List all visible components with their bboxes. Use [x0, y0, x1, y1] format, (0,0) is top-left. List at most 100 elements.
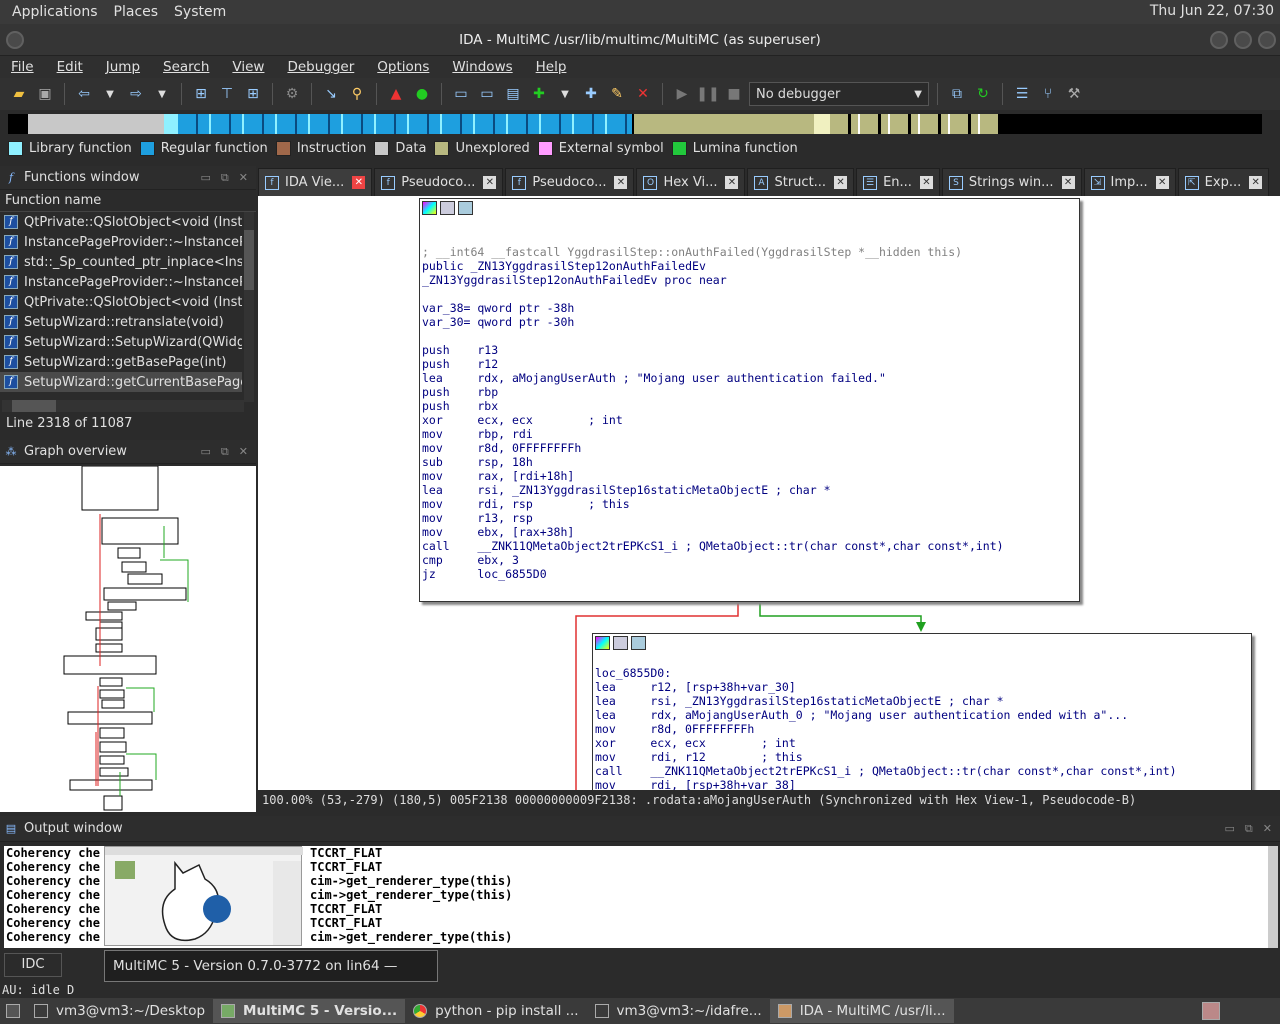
menu-edit[interactable]: Edit [46, 59, 95, 75]
user-avatar[interactable] [1194, 999, 1228, 1023]
code-icon[interactable]: ▭ [450, 83, 472, 105]
play-icon[interactable]: ▶ [671, 83, 693, 105]
binary-view-icon[interactable]: ⊞ [242, 83, 264, 105]
list-item[interactable]: fInstancePageProvider::~InstancePage [0, 232, 242, 252]
run-green-icon[interactable]: ● [411, 83, 433, 105]
back-arrow-icon[interactable]: ⇦ [73, 83, 95, 105]
asm-line[interactable]: mov rax, [rdi+18h] [422, 469, 1079, 483]
asm-line[interactable]: jz loc_6855D0 [422, 567, 1079, 581]
asm-line[interactable]: lea rdx, aMojangUserAuth ; "Mojang user … [422, 371, 1079, 385]
edit-icon[interactable]: ✎ [606, 83, 628, 105]
list-item[interactable]: fQtPrivate::QSlotObject<void (Instance [0, 292, 242, 312]
asm-line[interactable] [422, 231, 1079, 245]
asm-line[interactable]: mov ebx, [rax+38h] [422, 525, 1079, 539]
show-desktop-icon[interactable] [0, 999, 26, 1023]
debugger-select[interactable]: No debugger ▼ [749, 82, 929, 106]
close-tab-icon[interactable]: ✕ [834, 176, 848, 189]
tab-enums[interactable]: ☰ En... ✕ [856, 168, 940, 196]
asm-line[interactable]: sub rsp, 18h [422, 455, 1079, 469]
asm-line[interactable] [422, 329, 1079, 343]
list-item[interactable]: fQtPrivate::QSlotObject<void (Instance [0, 212, 242, 232]
assembly-listing[interactable]: loc_6855D0: lea r12, [rsp+38h+var_30] lea … [593, 652, 1251, 790]
save-icon[interactable]: ▣ [34, 83, 56, 105]
asm-line[interactable]: mov rdi, r12 ; this [595, 750, 1251, 764]
places-menu[interactable]: Places [106, 4, 167, 20]
taskbar-item-chrome[interactable]: python - pip install ... [405, 999, 586, 1023]
close-tab-icon[interactable]: ✕ [614, 176, 628, 189]
menu-view[interactable]: View [221, 59, 276, 75]
system-menu[interactable]: System [166, 4, 234, 20]
menu-search[interactable]: Search [152, 59, 221, 75]
add-dropdown-icon[interactable]: ▼ [554, 83, 576, 105]
asm-line[interactable]: lea rsi, _ZN13YggdrasilStep16staticMetaO… [422, 483, 1079, 497]
list-item[interactable]: f SetupWizard::getBasePage(int) [0, 352, 242, 372]
code-block-loc-6855d0[interactable]: loc_6855D0: lea r12, [rsp+38h+var_30] lea … [592, 633, 1252, 790]
list-item[interactable]: f SetupWizard::retranslate(void) [0, 312, 242, 332]
asm-line[interactable] [422, 217, 1079, 231]
attach-icon[interactable]: ⧉ [946, 83, 968, 105]
edit-node-icon[interactable] [440, 201, 455, 215]
back-dropdown-icon[interactable]: ▼ [99, 83, 121, 105]
pause-icon[interactable]: ❚❚ [696, 83, 719, 105]
asm-line[interactable]: mov rdi, rsp ; this [422, 497, 1079, 511]
asm-line[interactable]: xor ecx, ecx ; int [595, 736, 1251, 750]
list-item[interactable]: fInstancePageProvider::~InstancePage [0, 272, 242, 292]
tab-ida-view[interactable]: f IDA Vie... ✕ [258, 168, 373, 196]
close-tab-icon[interactable]: ✕ [1155, 176, 1169, 189]
taskbar-item-terminal-idafree[interactable]: vm3@vm3:~/idafre... [587, 999, 770, 1023]
minimize-panel-icon[interactable]: ▭ [201, 445, 211, 459]
tab-hex-view[interactable]: O Hex Vi... ✕ [636, 168, 746, 196]
minimize-panel-icon[interactable]: ▭ [1225, 822, 1235, 836]
tab-imports[interactable]: ⇲ Imp... ✕ [1083, 168, 1176, 196]
output-window-title[interactable]: ▤ Output window ▭ ⧉ ✕ [0, 816, 1280, 842]
column-header-function-name[interactable]: Function name [0, 190, 256, 212]
asm-line[interactable]: loc_6855D0: [595, 666, 1251, 680]
close-panel-icon[interactable]: ✕ [239, 445, 248, 459]
taskbar-item-ida[interactable]: IDA - MultiMC /usr/li... [769, 999, 954, 1023]
code-block-onauthfailed[interactable]: ; __int64 __fastcall YggdrasilStep::onAu… [419, 198, 1080, 602]
navigation-band[interactable] [8, 114, 1262, 134]
list-item[interactable]: f std::_Sp_counted_ptr_inplace<Instan [0, 252, 242, 272]
open-folder-icon[interactable]: ▰ [8, 83, 30, 105]
float-panel-icon[interactable]: ⧉ [1245, 822, 1253, 836]
taskbar-item-terminal-desktop[interactable]: vm3@vm3:~/Desktop [26, 999, 213, 1023]
window-titlebar[interactable]: IDA - MultiMC /usr/lib/multimc/MultiMC (… [0, 24, 1280, 56]
taskbar-item-multimc[interactable]: MultiMC 5 - Versio... [213, 999, 406, 1023]
close-button[interactable] [1258, 31, 1276, 49]
float-panel-icon[interactable]: ⧉ [221, 445, 229, 459]
search-icon[interactable]: ⚲ [346, 83, 368, 105]
menu-help[interactable]: Help [525, 59, 579, 75]
color-icon[interactable] [595, 636, 610, 650]
tab-pseudocode-a[interactable]: f Pseudoco... ✕ [374, 168, 504, 196]
float-panel-icon[interactable]: ⧉ [221, 171, 229, 185]
tab-pseudocode-b[interactable]: f Pseudoco... ✕ [505, 168, 635, 196]
asm-line[interactable]: ; __int64 __fastcall YggdrasilStep::onAu… [422, 245, 1079, 259]
asm-line[interactable]: xor ecx, ecx ; int [422, 413, 1079, 427]
asm-line[interactable]: public _ZN13YggdrasilStep12onAuthFailedE… [422, 259, 1079, 273]
refresh-icon[interactable]: ↻ [972, 83, 994, 105]
menu-options[interactable]: Options [366, 59, 441, 75]
close-tab-icon[interactable]: ✕ [919, 176, 933, 189]
vertical-scrollbar[interactable] [244, 212, 254, 402]
asm-line[interactable]: push r13 [422, 343, 1079, 357]
plugin-icon[interactable]: ⚙ [281, 83, 303, 105]
asm-line[interactable]: cmp ebx, 3 [422, 553, 1079, 567]
asm-line[interactable]: push rbp [422, 385, 1079, 399]
maximize-button[interactable] [1234, 31, 1252, 49]
asm-line[interactable]: mov rbp, rdi [422, 427, 1079, 441]
tab-exports[interactable]: ⇱ Exp... ✕ [1177, 168, 1270, 196]
hex-view-icon[interactable]: ⊞ [190, 83, 212, 105]
stop-icon[interactable]: ■ [723, 83, 745, 105]
tab-structures[interactable]: A Struct... ✕ [747, 168, 855, 196]
asm-line[interactable]: call __ZNK11QMetaObject2trEPKcS1_i ; QMe… [595, 764, 1251, 778]
close-tab-icon[interactable]: ✕ [1249, 176, 1263, 189]
asm-line[interactable]: mov rdi, [rsp+38h+var_38] [595, 778, 1251, 790]
asm-line[interactable]: lea rsi, _ZN13YggdrasilStep16staticMetaO… [595, 694, 1251, 708]
close-panel-icon[interactable]: ✕ [1263, 822, 1272, 836]
assembly-listing[interactable]: ; __int64 __fastcall YggdrasilStep::onAu… [420, 217, 1079, 581]
menu-file[interactable]: File [0, 59, 46, 75]
clock[interactable]: Thu Jun 22, 07:30 [1150, 3, 1274, 19]
close-tab-icon[interactable]: ✕ [725, 176, 739, 189]
window-menu-button[interactable] [6, 31, 24, 49]
struct-icon[interactable]: ▤ [502, 83, 524, 105]
